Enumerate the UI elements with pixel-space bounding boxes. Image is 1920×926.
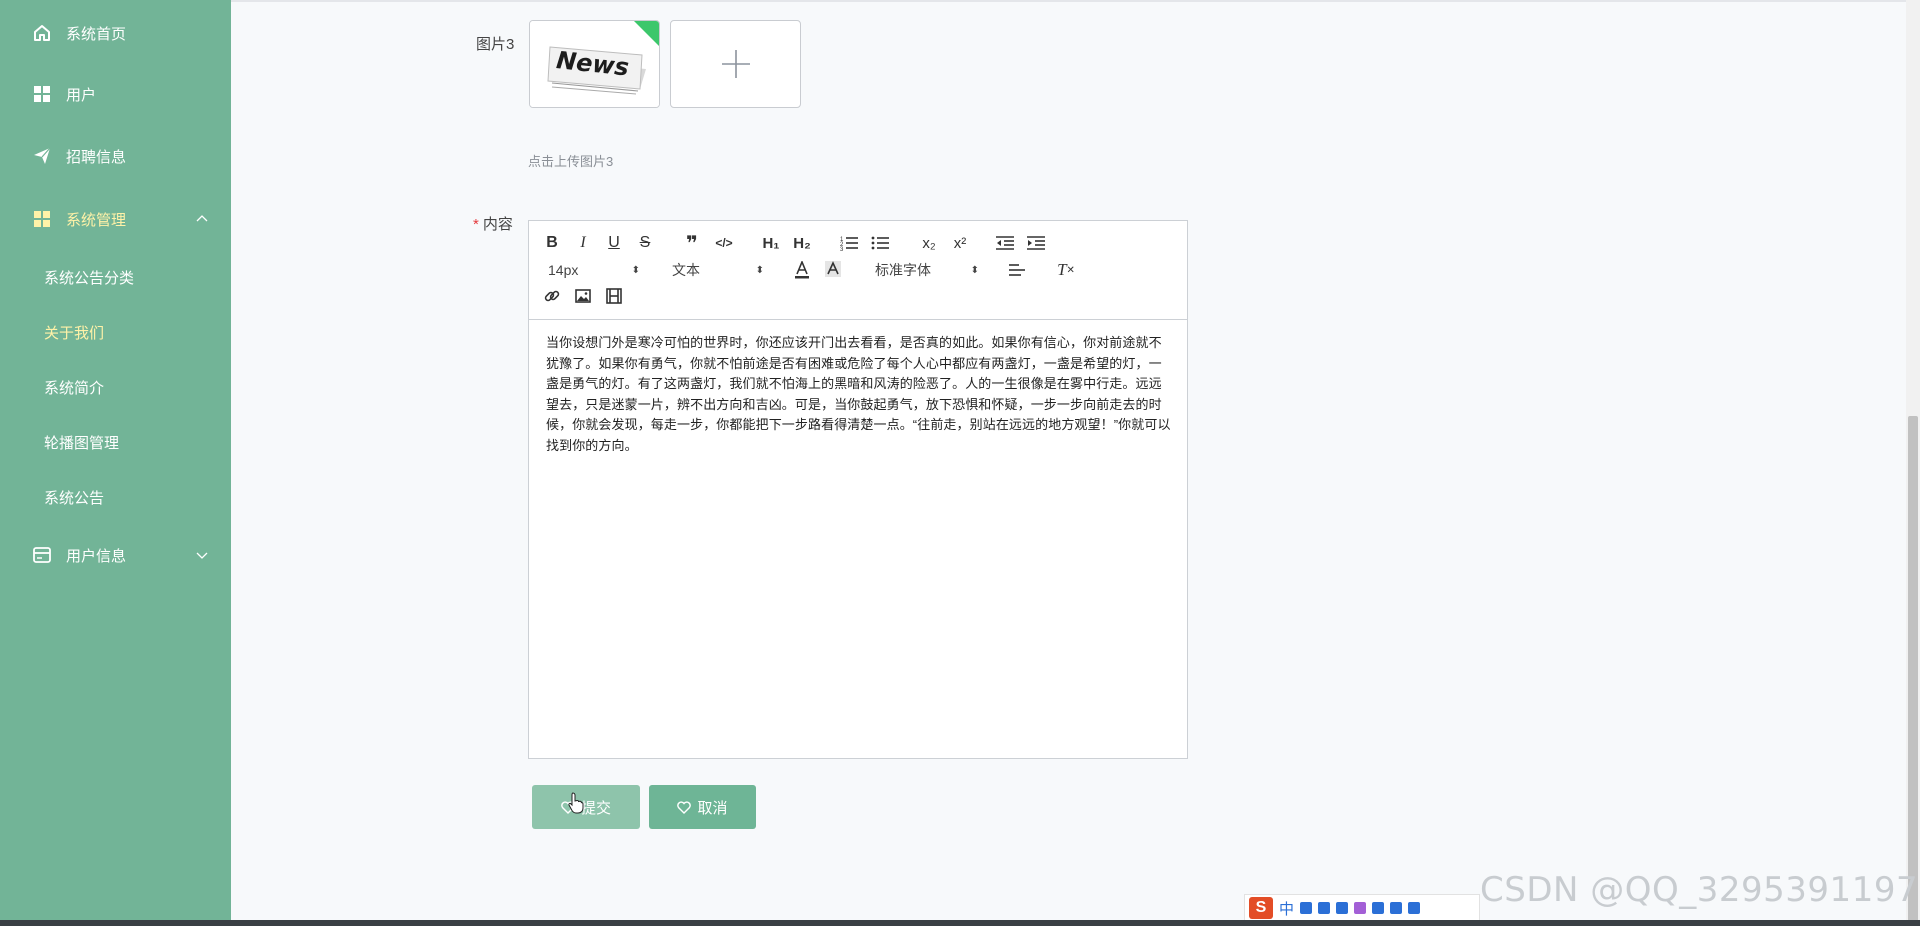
sidebar-item-home[interactable]: 系统首页 [0,18,231,48]
sidebar-item-label: 系统首页 [66,25,127,43]
ime-toolbar[interactable]: S 中 [1244,894,1480,922]
superscript-button[interactable]: x² [949,233,971,253]
home-icon [33,24,51,42]
heart-icon [677,800,692,814]
font-family-value: 标准字体 [875,262,931,278]
plus-icon [721,50,750,78]
sidebar-subitem-label: 关于我们 [44,325,105,342]
heading1-button[interactable]: H₁ [760,233,782,253]
sidebar-item-users[interactable]: 用户 [0,79,231,109]
cancel-button[interactable]: 取消 [649,785,756,829]
ordered-list-icon[interactable]: 123 [839,233,859,253]
sidebar-subitem-notice[interactable]: 系统公告 [0,481,231,511]
image3-upload-hint: 点击上传图片3 [528,154,614,169]
sidebar-subitem-label: 系统简介 [44,380,105,397]
sidebar-subitem-carousel[interactable]: 轮播图管理 [0,426,231,456]
apps-icon[interactable] [1390,902,1403,914]
sidebar-item-label: 用户 [66,86,97,104]
font-color-icon[interactable] [793,260,811,280]
rich-text-editor[interactable]: B I U S ❞ </> H₁ H₂ 123 x₂ x² 14px ⬍ 文本 … [528,220,1188,759]
sogou-logo-icon: S [1249,897,1273,919]
font-size-select[interactable]: 14px ⬍ [548,260,640,280]
sidebar-subitem-label: 轮播图管理 [44,435,120,452]
sidebar-subitem-about-us[interactable]: 关于我们 [0,316,231,346]
content-label-text: 内容 [482,216,513,233]
svg-text:3: 3 [840,247,844,251]
link-icon[interactable] [543,286,561,306]
header-select[interactable]: 文本 ⬍ [672,260,764,280]
code-block-icon[interactable]: </> [714,233,734,253]
grid-icon [33,210,51,228]
image3-upload-button[interactable] [670,20,801,108]
select-arrows-icon: ⬍ [755,264,764,276]
content-label: * 内容 [473,213,513,234]
font-family-select[interactable]: 标准字体 ⬍ [875,260,979,280]
chevron-up-icon [194,211,210,227]
card-icon [33,546,51,564]
sidebar-subitem-label: 系统公告 [44,490,105,507]
select-arrows-icon: ⬍ [970,264,979,276]
submit-button-label: 提交 [580,799,611,817]
chevron-down-icon [194,547,210,563]
sidebar-item-system-management[interactable]: 系统管理 [0,204,231,234]
select-arrows-icon: ⬍ [631,264,640,276]
uploaded-image-thumbnail[interactable]: News [529,20,660,108]
subscript-button[interactable]: x₂ [918,233,940,253]
image-icon[interactable] [574,286,592,306]
image3-label: 图片3 [476,36,515,53]
scrollbar-thumb[interactable] [1908,416,1918,922]
sidebar-item-label: 系统管理 [66,211,127,229]
submit-button[interactable]: 提交 [532,785,640,829]
keyboard-icon[interactable] [1336,902,1349,914]
robot-icon[interactable] [1372,902,1385,914]
bullet-list-icon[interactable] [870,233,890,253]
top-divider [231,0,1920,2]
background-color-icon[interactable] [824,260,842,280]
font-size-value: 14px [548,262,579,278]
sidebar-subitem-notice-category[interactable]: 系统公告分类 [0,261,231,291]
punctuation-icon[interactable] [1300,902,1313,914]
outdent-icon[interactable] [995,233,1015,253]
ime-language[interactable]: 中 [1279,898,1294,919]
heading2-button[interactable]: H₂ [791,233,813,253]
skin-icon[interactable] [1354,902,1367,914]
sidebar-item-label: 招聘信息 [66,148,127,166]
bold-button[interactable]: B [543,233,561,253]
header-value: 文本 [672,262,700,278]
settings-icon[interactable] [1408,902,1421,914]
italic-button[interactable]: I [574,233,592,253]
sidebar-item-jobs[interactable]: 招聘信息 [0,141,231,171]
send-icon [33,147,51,165]
sidebar: 系统首页 用户 招聘信息 系统管理 系统公告分类 关于我们 系统简介 轮播图管理… [0,0,231,926]
hand-cursor-icon [568,792,584,814]
vertical-scrollbar[interactable] [1906,0,1920,926]
clear-format-icon[interactable]: T ✕ [1056,260,1076,280]
editor-content[interactable]: 当你设想门外是寒冷可怕的世界时，你还应该开门出去看看，是否真的如此。如果你有信心… [546,333,1172,456]
sidebar-subitem-system-intro[interactable]: 系统简介 [0,371,231,401]
news-image: News [530,21,659,107]
underline-button[interactable]: U [605,233,623,253]
strike-button[interactable]: S [636,233,654,253]
cancel-button-label: 取消 [697,799,728,817]
video-icon[interactable] [605,286,623,306]
required-mark: * [473,216,479,233]
taskbar-strip [0,920,1920,926]
editor-toolbar: B I U S ❞ </> H₁ H₂ 123 x₂ x² 14px ⬍ 文本 … [529,221,1187,320]
microphone-icon[interactable] [1318,902,1331,914]
sidebar-subitem-label: 系统公告分类 [44,270,135,287]
sidebar-item-user-info[interactable]: 用户信息 [0,540,231,570]
align-left-icon[interactable] [1007,260,1027,280]
sidebar-item-label: 用户信息 [66,547,127,565]
watermark: CSDN @QQ_3295391197 [1480,870,1919,910]
indent-icon[interactable] [1026,233,1046,253]
blockquote-icon[interactable]: ❞ [682,233,702,255]
grid-icon [33,85,51,103]
